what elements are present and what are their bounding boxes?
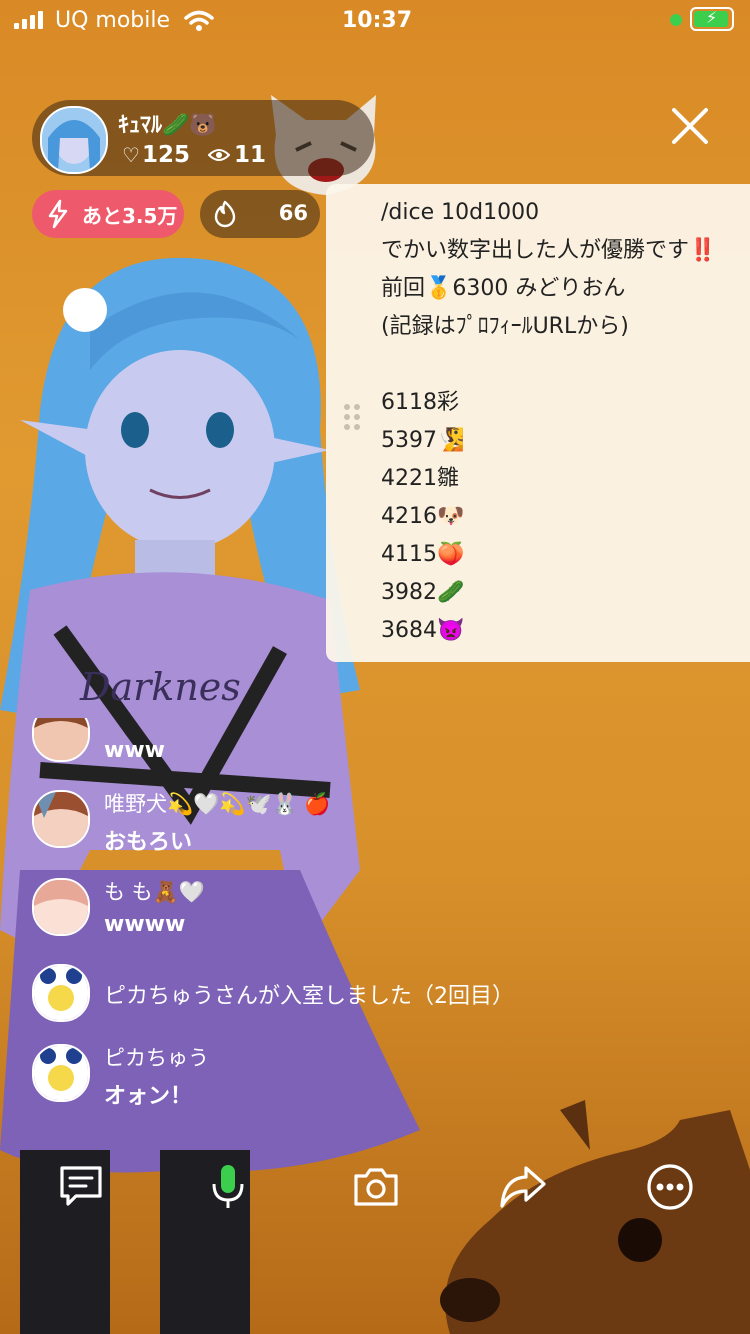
- fire-icon: [214, 200, 236, 228]
- carrier-label: UQ mobile: [55, 8, 171, 33]
- likes-count: 125: [141, 142, 190, 168]
- eye-icon: [207, 149, 230, 161]
- commenter-name: 唯野犬💫🤍💫🕊️🐰 🍎: [104, 792, 331, 816]
- avatar-image: [34, 880, 88, 934]
- comment-item: 唯野犬💫🤍💫🕊️🐰 🍎 おもろい: [32, 786, 452, 855]
- host-avatar[interactable]: [40, 106, 108, 174]
- commenter-avatar[interactable]: [32, 790, 90, 848]
- notice-line: 6118彩: [381, 390, 459, 415]
- commenter-avatar[interactable]: [32, 878, 90, 936]
- svg-text:Darknes: Darknes: [79, 665, 241, 709]
- commenter-name: も も🧸🤍: [104, 880, 205, 904]
- comment-text: www: [104, 738, 165, 763]
- avatar-image: [34, 792, 88, 846]
- comment-item: ピカちゅう オォン！: [32, 1040, 452, 1109]
- system-message: ピカちゅうさんが入室しました（2回目）: [104, 984, 514, 1009]
- comment-icon[interactable]: [56, 1162, 106, 1212]
- signal-icon: [14, 11, 43, 29]
- viewers-count: 11: [233, 142, 266, 168]
- comment-text: wwww: [104, 912, 186, 937]
- pinned-notice: /dice 10d1000 でかい数字出した人が優勝です‼️ 前回🥇6300 み…: [326, 184, 750, 662]
- notice-line: 5397🧏: [381, 428, 465, 453]
- notice-line: 4221雛: [381, 466, 459, 491]
- heart-icon: ♡: [122, 143, 140, 167]
- clock: 10:37: [342, 8, 413, 33]
- lightning-icon: [48, 199, 68, 229]
- camera-icon[interactable]: [351, 1162, 401, 1212]
- notice-line: /dice 10d1000: [381, 200, 540, 225]
- comment-item: ピカちゅうさんが入室しました（2回目）: [32, 962, 592, 1022]
- notice-line: 3982🥒: [381, 580, 465, 605]
- comment-text: おもろい: [104, 830, 193, 855]
- notice-line: でかい数字出した人が優勝です‼️: [381, 238, 717, 263]
- share-icon[interactable]: [498, 1162, 548, 1212]
- close-icon[interactable]: [668, 104, 712, 148]
- ranking-badge-label: あと3.5万: [82, 203, 178, 228]
- notice-line: 3684👿: [381, 618, 465, 643]
- notice-line: 4115🍑: [381, 542, 465, 567]
- notice-line: (記録はﾌﾟﾛﾌｨｰﾙURLから): [381, 314, 629, 339]
- fire-count: 66: [278, 201, 308, 225]
- comment-item: も も🧸🤍 wwww: [32, 874, 452, 940]
- commenter-avatar[interactable]: [32, 964, 90, 1022]
- host-name: ｷｭﾏﾙ🥒🐻: [118, 113, 217, 138]
- wifi-icon: [184, 10, 214, 31]
- comment-text: オォン！: [104, 1084, 193, 1109]
- deer-plush-image: [440, 1100, 750, 1334]
- commenter-name: ピカちゅう: [104, 1046, 209, 1070]
- notice-line: 前回🥇6300 みどりおん: [381, 276, 626, 301]
- avatar-image: [34, 966, 88, 1020]
- avatar-image: [34, 1046, 88, 1100]
- fire-badge[interactable]: 66: [200, 190, 320, 238]
- host-stats: ♡ 125 11: [122, 142, 266, 168]
- drag-handle-icon[interactable]: [344, 404, 360, 430]
- comment-item: www: [32, 718, 432, 778]
- notice-line: 4216🐶: [381, 504, 465, 529]
- more-icon[interactable]: [645, 1162, 695, 1212]
- status-bar: UQ mobile 10:37 ⚡: [0, 0, 750, 44]
- commenter-avatar[interactable]: [32, 718, 90, 762]
- battery-icon: ⚡: [690, 7, 734, 31]
- active-dot-icon: [670, 14, 682, 26]
- microphone-icon[interactable]: [203, 1162, 253, 1212]
- ranking-badge[interactable]: あと3.5万: [32, 190, 184, 238]
- commenter-avatar[interactable]: [32, 1044, 90, 1102]
- avatar-image: [34, 718, 88, 760]
- host-avatar-image: [42, 108, 106, 172]
